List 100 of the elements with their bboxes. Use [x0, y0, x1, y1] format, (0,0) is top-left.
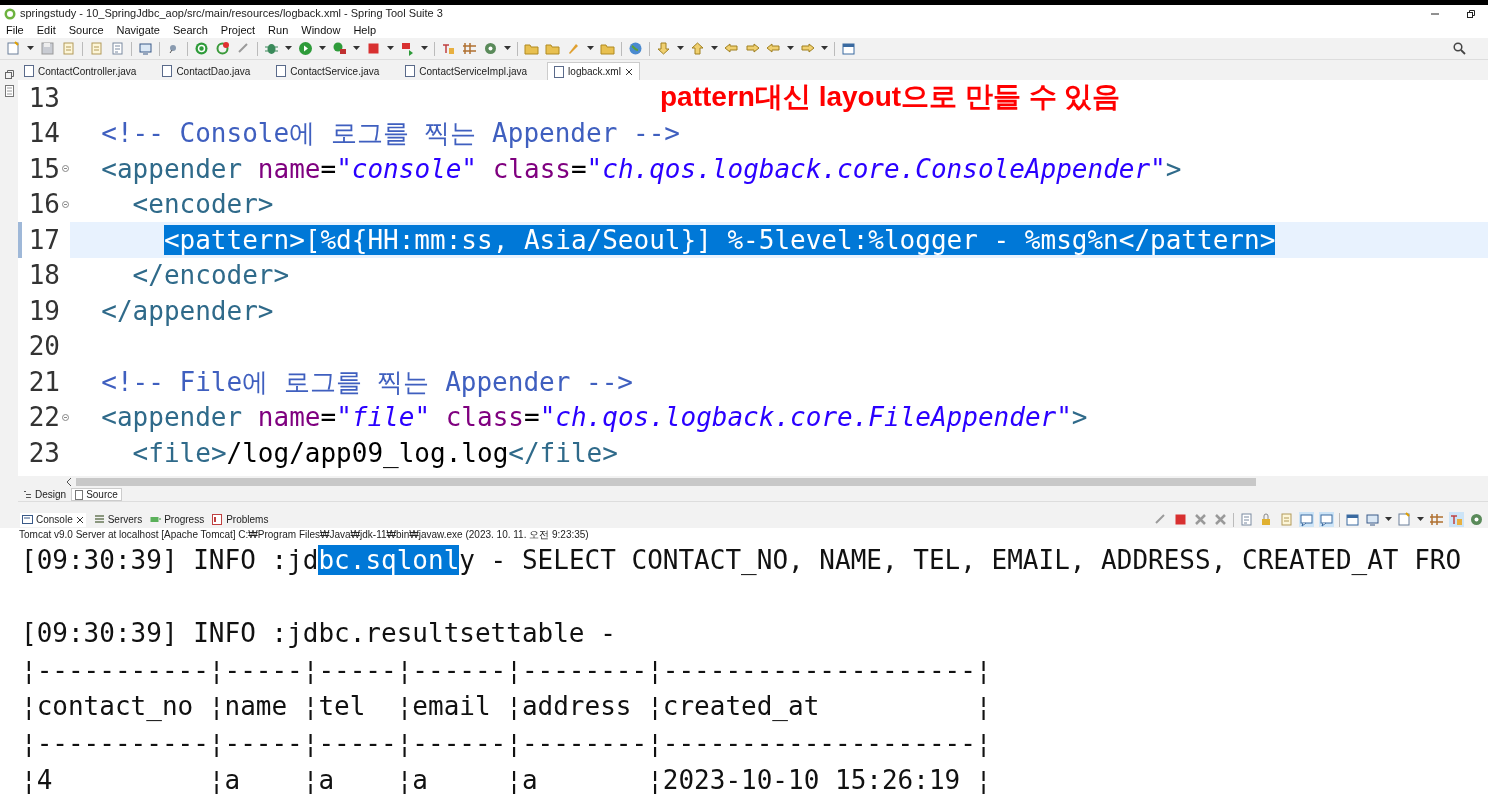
code-line: <encoder> [132, 188, 274, 221]
code-line: </appender> [101, 294, 274, 327]
editor-mode-tab[interactable]: Design [20, 488, 70, 501]
fold-icon[interactable] [61, 165, 69, 173]
search-icon[interactable] [1453, 42, 1466, 55]
scroll-left-icon[interactable] [66, 478, 72, 486]
file-icon [276, 65, 287, 77]
menu-item[interactable]: Navigate [116, 21, 160, 39]
window-icon[interactable] [841, 41, 856, 56]
console-line: ¦contact_no ¦name ¦tel ¦email ¦address ¦created_at ¦ [21, 691, 992, 722]
close-icon[interactable] [75, 515, 84, 524]
dropdown-caret-icon[interactable] [677, 46, 684, 51]
dropdown-caret-icon[interactable] [387, 46, 394, 51]
editor-tab[interactable]: ContactServiceImpl.java [399, 62, 534, 80]
dropdown-caret-icon[interactable] [353, 46, 360, 51]
monitor-icon[interactable] [1365, 512, 1380, 527]
console-line: ¦-----------¦-----¦-----¦------¦--------¦--------------------¦ [21, 727, 992, 758]
remove-icon[interactable] [1193, 512, 1208, 527]
panel-tab[interactable]: Servers [93, 512, 143, 527]
fold-icon[interactable] [61, 200, 69, 208]
save-icon[interactable] [40, 41, 55, 56]
restore-icon[interactable] [1466, 8, 1476, 19]
panel-tab[interactable]: Console [20, 512, 86, 527]
grid-icon[interactable] [1429, 512, 1444, 527]
progress-icon [150, 514, 162, 525]
list-icon [93, 514, 105, 525]
power-icon[interactable] [194, 41, 209, 56]
menu-item[interactable]: File [6, 21, 24, 39]
dropdown-caret-icon[interactable] [27, 46, 34, 51]
line-number: 21 [27, 368, 60, 395]
dropdown-caret-icon[interactable] [285, 46, 292, 51]
line-number: 16 [27, 191, 60, 218]
code-line: <!-- File에 로그를 찍는 Appender --> [101, 365, 633, 398]
dropdown-caret-icon[interactable] [787, 46, 794, 51]
text-icon[interactable] [441, 41, 456, 56]
window-icon[interactable] [1345, 512, 1360, 527]
dropdown-caret-icon[interactable] [1417, 517, 1424, 522]
remove-icon[interactable] [1213, 512, 1228, 527]
menu-item[interactable]: Help [353, 21, 377, 39]
folder-icon[interactable] [545, 41, 560, 56]
fold-icon[interactable] [61, 413, 69, 421]
forward-icon[interactable] [800, 41, 815, 56]
bug-icon[interactable] [264, 41, 279, 56]
dropdown-caret-icon[interactable] [504, 46, 511, 51]
editor-tab[interactable]: ContactController.java [18, 62, 143, 80]
arrow-up-icon[interactable] [690, 41, 705, 56]
horizontal-scrollbar[interactable] [76, 478, 1256, 486]
editor-tab[interactable]: ContactDao.java [156, 62, 257, 80]
new-file-icon[interactable] [6, 41, 21, 56]
page-icon[interactable] [1239, 512, 1254, 527]
comment-icon[interactable] [1319, 512, 1334, 527]
back-icon[interactable] [766, 41, 781, 56]
menu-item[interactable]: Window [301, 21, 341, 39]
list-icon [23, 490, 32, 499]
panel-tab[interactable]: Problems [212, 512, 269, 527]
stop-icon[interactable] [1173, 512, 1188, 527]
editor-tab[interactable]: logback.xml [547, 62, 640, 80]
flag-icon[interactable] [400, 41, 415, 56]
dropdown-caret-icon[interactable] [1385, 517, 1392, 522]
console-line: ¦-----------¦-----¦-----¦------¦--------¦--------------------¦ [21, 654, 992, 685]
close-icon[interactable] [624, 67, 633, 76]
folder-icon[interactable] [600, 41, 615, 56]
menu-item[interactable]: Search [173, 21, 208, 39]
editor-mode-tab[interactable]: Source [71, 488, 122, 501]
stop-icon[interactable] [366, 41, 381, 56]
comment-icon[interactable] [1299, 512, 1314, 527]
globe-icon[interactable] [628, 41, 643, 56]
back-icon[interactable] [724, 41, 739, 56]
menu-item[interactable]: Run [268, 21, 289, 39]
dropdown-caret-icon[interactable] [711, 46, 718, 51]
dropdown-caret-icon[interactable] [821, 46, 828, 51]
line-number: 14 [27, 120, 60, 147]
monitor-icon[interactable] [138, 41, 153, 56]
grid-icon[interactable] [462, 41, 477, 56]
code-line: <appender name="console" class="ch.qos.logback.core.ConsoleAppender"> [101, 152, 1182, 185]
text-icon[interactable] [1449, 512, 1464, 527]
play-icon[interactable] [298, 41, 313, 56]
dropdown-caret-icon[interactable] [421, 46, 428, 51]
file-icon [24, 65, 34, 77]
editor-tab[interactable]: ContactService.java [270, 62, 386, 80]
dropdown-caret-icon[interactable] [587, 46, 594, 51]
page-icon[interactable] [110, 41, 125, 56]
line-number: 17 [27, 226, 60, 253]
clipboard-icon [212, 514, 224, 525]
folder-icon[interactable] [524, 41, 539, 56]
panel-icon[interactable] [4, 85, 14, 97]
menu-item[interactable]: Source [68, 21, 104, 39]
line-number: 20 [27, 333, 60, 360]
dropdown-caret-icon[interactable] [319, 46, 326, 51]
console-process-label: Tomcat v9.0 Server at localhost [Apache Tomcat] C:₩Program Files₩Java₩jdk-11₩bin₩javaw.exe (2023. 10. 11. 오전 9:23:35) [0, 528, 1488, 541]
file-icon [405, 65, 416, 77]
new-file-icon[interactable] [1397, 512, 1412, 527]
arrow-down-icon[interactable] [656, 41, 671, 56]
run-config-icon[interactable] [332, 41, 347, 56]
code-line: </encoder> [132, 259, 290, 292]
panel-tab[interactable]: Progress [150, 512, 205, 527]
menu-item[interactable]: Edit [36, 21, 56, 39]
file-icon [554, 65, 565, 78]
menu-item[interactable]: Project [220, 21, 256, 39]
forward-icon[interactable] [745, 41, 760, 56]
